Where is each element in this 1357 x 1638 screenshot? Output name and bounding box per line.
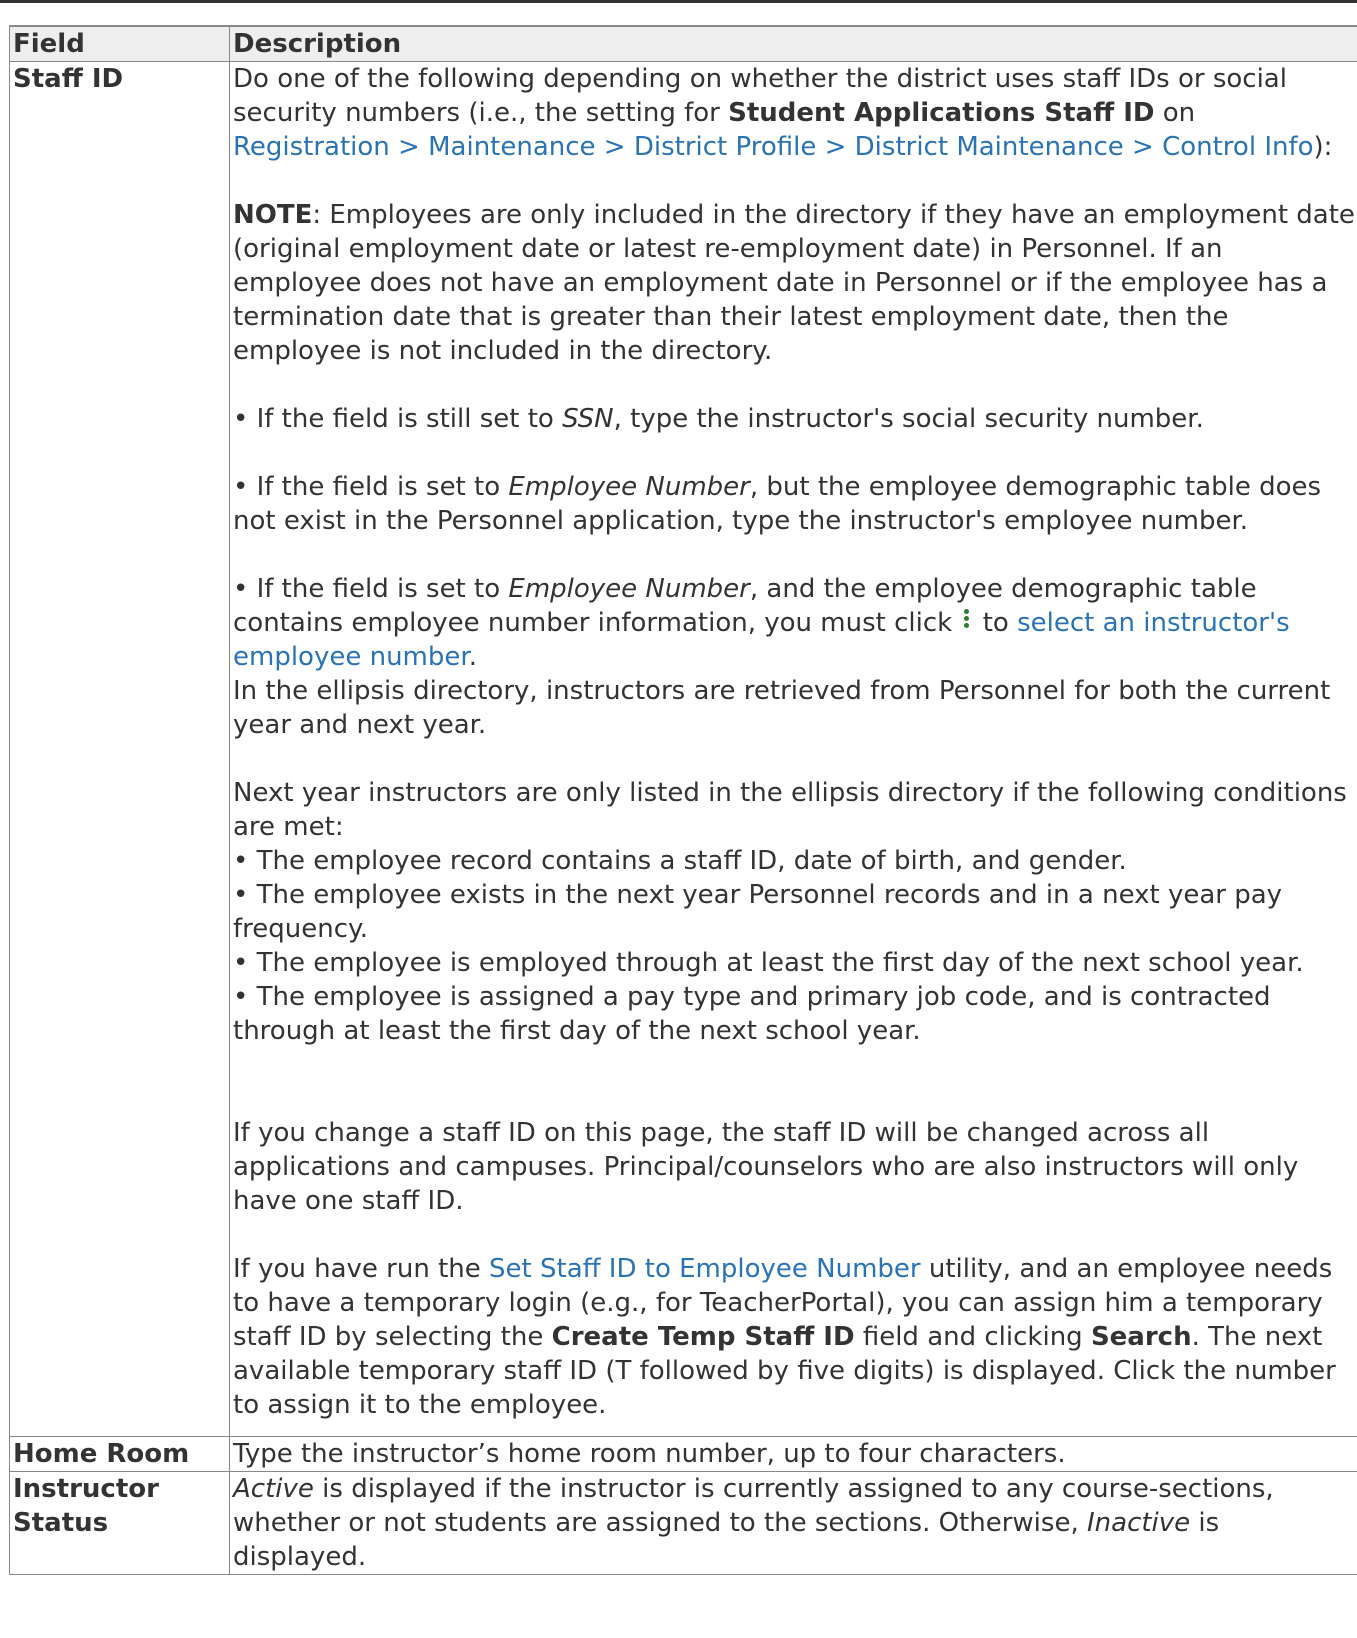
bullet-ssn: • If the field is still set to SSN, type… bbox=[233, 402, 1355, 436]
table-row: Home Room Type the instructor’s home roo… bbox=[9, 1436, 1357, 1472]
intro-text-on: on bbox=[1154, 98, 1196, 128]
condition-item: • The employee record contains a staff I… bbox=[233, 846, 1127, 876]
bullet-employee-number: • If the field is set to Employee Number… bbox=[233, 470, 1355, 538]
utility-text: field and clicking bbox=[854, 1322, 1091, 1352]
inactive-value: Inactive bbox=[1086, 1508, 1191, 1538]
bullet-text: • If the field is still set to bbox=[233, 404, 563, 434]
condition-item: • The employee is employed through at le… bbox=[233, 948, 1304, 978]
bullet-text: , type the instructor's social security … bbox=[613, 404, 1204, 434]
condition-item: • The employee is assigned a pay type an… bbox=[233, 982, 1271, 1046]
field-column-header: Field bbox=[9, 25, 230, 62]
note-text: : Employees are only included in the dir… bbox=[233, 200, 1355, 366]
note-label: NOTE bbox=[233, 200, 313, 230]
change-staff-id-text: If you change a staff ID on this page, t… bbox=[233, 1118, 1299, 1216]
intro-text-end: ): bbox=[1313, 132, 1333, 162]
description-staff-id: Do one of the following depending on whe… bbox=[229, 61, 1357, 1437]
utility-paragraph: If you have run the Set Staff ID to Empl… bbox=[233, 1252, 1355, 1422]
top-rule bbox=[0, 0, 1357, 3]
search-label: Search bbox=[1090, 1322, 1192, 1352]
bullet-employee-number-table: • If the field is set to Employee Number… bbox=[233, 572, 1355, 674]
bullet-text: • If the field is set to bbox=[233, 472, 509, 502]
vertical-ellipsis-icon bbox=[962, 608, 970, 634]
ssn-value: SSN bbox=[562, 404, 614, 434]
next-year-intro: Next year instructors are only listed in… bbox=[233, 778, 1347, 842]
create-temp-staff-id-label: Create Temp Staff ID bbox=[551, 1322, 855, 1352]
note-paragraph: NOTE: Employees are only included in the… bbox=[233, 198, 1355, 368]
description-instructor-status: Active is displayed if the instructor is… bbox=[229, 1471, 1357, 1575]
description-home-room: Type the instructor’s home room number, … bbox=[229, 1436, 1357, 1472]
condition-item: • The employee exists in the next year P… bbox=[233, 880, 1283, 944]
set-staff-id-utility-link[interactable]: Set Staff ID to Employee Number bbox=[489, 1254, 921, 1284]
bullet-text: • If the field is set to bbox=[233, 574, 509, 604]
employee-number-value: Employee Number bbox=[508, 574, 750, 604]
setting-name: Student Applications Staff ID bbox=[728, 98, 1155, 128]
field-name-instructor-status: Instructor Status bbox=[9, 1471, 230, 1575]
active-value: Active bbox=[233, 1474, 314, 1504]
description-column-header: Description bbox=[229, 25, 1357, 62]
table-header-row: Field Description bbox=[9, 25, 1357, 62]
table-row: Instructor Status Active is displayed if… bbox=[9, 1471, 1357, 1575]
table-row: Staff ID Do one of the following dependi… bbox=[9, 61, 1357, 1437]
ellipsis-directory-text: In the ellipsis directory, instructors a… bbox=[233, 676, 1331, 740]
utility-text: If you have run the bbox=[233, 1254, 490, 1284]
bullet-text: . bbox=[468, 642, 477, 672]
control-info-link[interactable]: Registration > Maintenance > District Pr… bbox=[233, 132, 1314, 162]
employee-number-value: Employee Number bbox=[508, 472, 750, 502]
field-name-home-room: Home Room bbox=[9, 1436, 230, 1472]
field-name-staff-id: Staff ID bbox=[9, 61, 230, 1437]
intro-paragraph: Do one of the following depending on whe… bbox=[233, 62, 1355, 164]
bullet-text: to bbox=[974, 608, 1018, 638]
field-description-table: Field Description Staff ID Do one of the… bbox=[9, 25, 1357, 1575]
